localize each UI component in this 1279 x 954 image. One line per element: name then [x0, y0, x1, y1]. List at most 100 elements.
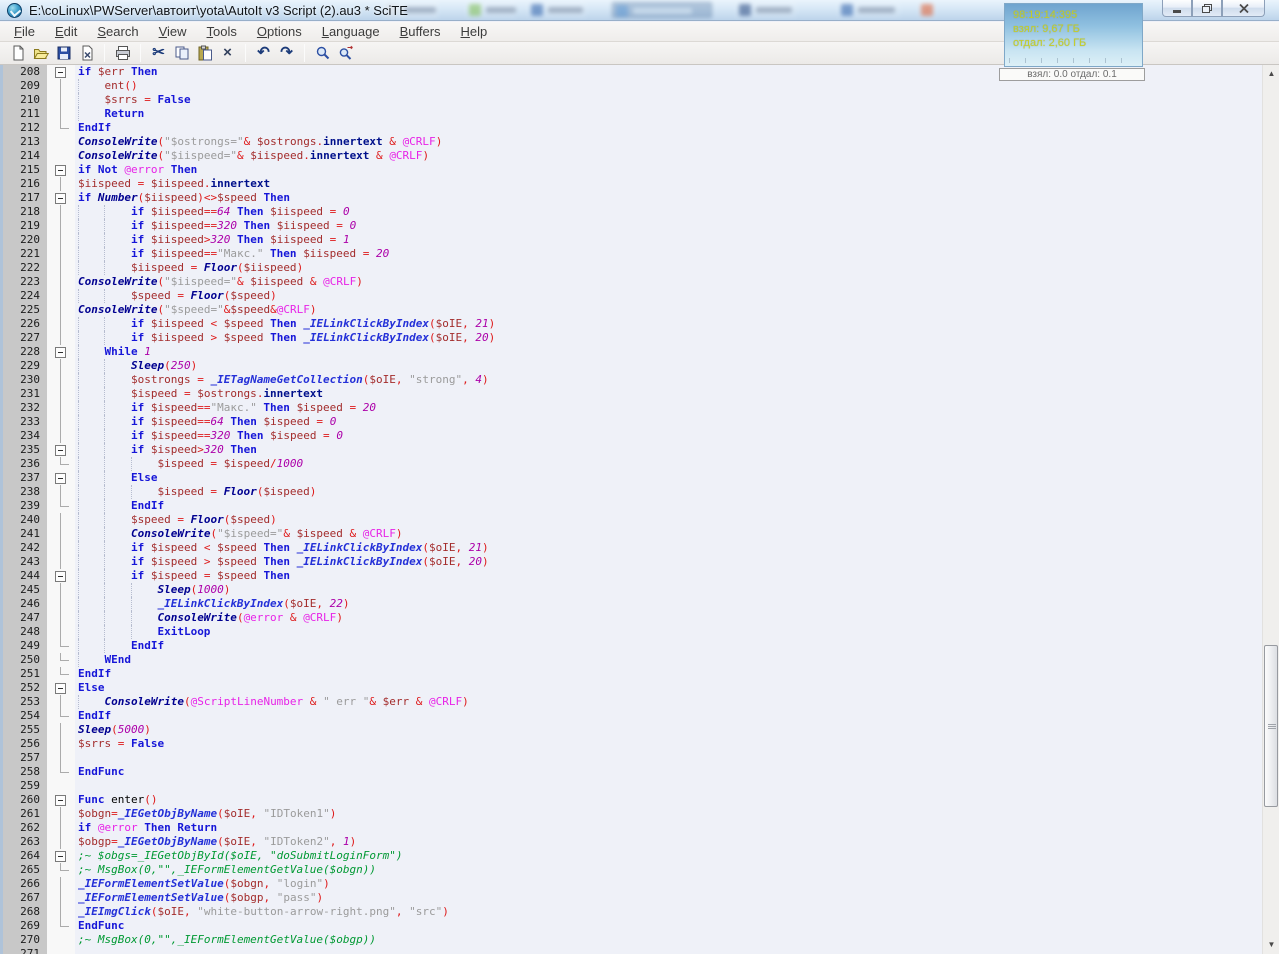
code-editor[interactable]: 208if $err Then209ent()210$srrs = False2…: [0, 65, 1262, 954]
code-line-256: 256$srrs = False: [0, 737, 1262, 751]
code-line-215: 215if Not @error Then: [0, 163, 1262, 177]
code-line-209: 209ent(): [0, 79, 1262, 93]
scrollbar-down-arrow-icon[interactable]: ▼: [1263, 936, 1279, 952]
menu-search[interactable]: Search: [87, 23, 148, 41]
code-line-229: 229Sleep(250): [0, 359, 1262, 373]
save-file-icon: [56, 45, 72, 61]
restore-button[interactable]: [1192, 0, 1222, 17]
scrollbar-up-arrow-icon[interactable]: ▲: [1263, 65, 1279, 81]
open-file-button[interactable]: [29, 43, 52, 64]
delete-button[interactable]: ×: [216, 43, 239, 64]
undo-button[interactable]: ↶: [252, 43, 275, 64]
new-file-icon: [10, 45, 26, 61]
code-line-218: 218if $iispeed==64 Then $iispeed = 0: [0, 205, 1262, 219]
code-line-236: 236$ispeed = $ispeed/1000: [0, 457, 1262, 471]
toolbar-separator: [140, 44, 141, 62]
copy-button[interactable]: [170, 43, 193, 64]
network-graph-axis: [1009, 58, 1137, 63]
code-line-222: 222$iispeed = Floor($iispeed): [0, 261, 1262, 275]
cut-button[interactable]: ✂: [147, 43, 170, 64]
menu-options[interactable]: Options: [247, 23, 312, 41]
code-line-240: 240$speed = Floor($speed): [0, 513, 1262, 527]
redo-button[interactable]: ↷: [275, 43, 298, 64]
scite-app-icon: [7, 3, 22, 18]
window-left-border: [0, 65, 3, 954]
print-button[interactable]: [111, 43, 134, 64]
code-line-248: 248ExitLoop: [0, 625, 1262, 639]
menu-file[interactable]: File: [4, 23, 45, 41]
code-line-212: 212EndIf: [0, 121, 1262, 135]
copy-icon: [174, 45, 190, 61]
code-line-243: 243if $ispeed > $speed Then _IELinkClick…: [0, 555, 1262, 569]
paste-button[interactable]: [193, 43, 216, 64]
code-line-254: 254EndIf: [0, 709, 1262, 723]
network-uploaded: отдал: 2,60 ГБ: [1013, 36, 1142, 50]
window-controls: [1162, 0, 1265, 17]
code-line-253: 253ConsoleWrite(@ScriptLineNumber & " er…: [0, 695, 1262, 709]
code-line-213: 213ConsoleWrite("$ostrongs="& $ostrongs.…: [0, 135, 1262, 149]
close-button[interactable]: [1222, 0, 1265, 17]
save-file-button[interactable]: [52, 43, 75, 64]
minimize-button[interactable]: [1162, 0, 1192, 17]
code-line-268: 268_IEImgClick($oIE, "white-button-arrow…: [0, 905, 1262, 919]
code-line-223: 223ConsoleWrite("$iispeed="& $iispeed & …: [0, 275, 1262, 289]
menu-tools[interactable]: Tools: [197, 23, 247, 41]
code-line-216: 216$iispeed = $iispeed.innertext: [0, 177, 1262, 191]
code-line-260: 260Func enter(): [0, 793, 1262, 807]
toolbar-separator: [104, 44, 105, 62]
code-line-225: 225ConsoleWrite("$speed="&$speed&@CRLF): [0, 303, 1262, 317]
code-line-265: 265;~ MsgBox(0,"",_IEFormElementGetValue…: [0, 863, 1262, 877]
scrollbar-grip-icon: [1268, 724, 1276, 730]
replace-button[interactable]: [334, 43, 357, 64]
code-line-251: 251EndIf: [0, 667, 1262, 681]
code-line-257: 257: [0, 751, 1262, 765]
menu-buffers[interactable]: Buffers: [390, 23, 451, 41]
code-line-211: 211Return: [0, 107, 1262, 121]
code-lines: 208if $err Then209ent()210$srrs = False2…: [0, 65, 1262, 954]
menu-edit[interactable]: Edit: [45, 23, 87, 41]
code-line-235: 235if $ispeed>320 Then: [0, 443, 1262, 457]
network-rate-bar[interactable]: взял: 0.0 отдал: 0.1: [999, 68, 1145, 81]
find-icon: [315, 45, 331, 61]
replace-icon: [338, 45, 354, 61]
undo-icon: ↶: [257, 45, 270, 61]
code-line-259: 259: [0, 779, 1262, 793]
code-line-227: 227if $iispeed > $speed Then _IELinkClic…: [0, 331, 1262, 345]
code-line-262: 262if @error Then Return: [0, 821, 1262, 835]
taskbar-ghost: [612, 2, 712, 18]
taskbar-ghost: [838, 2, 900, 18]
code-line-245: 245Sleep(1000): [0, 583, 1262, 597]
code-line-230: 230$ostrongs = _IETagNameGetCollection($…: [0, 373, 1262, 387]
close-file-button[interactable]: [75, 43, 98, 64]
network-downloaded: взял: 9,67 ГБ: [1013, 22, 1142, 36]
network-monitor-overlay[interactable]: 98:19:14:395 взял: 9,67 ГБ отдал: 2,60 Г…: [1004, 3, 1143, 67]
code-line-249: 249EndIf: [0, 639, 1262, 653]
code-line-214: 214ConsoleWrite("$iispeed="& $iispeed.in…: [0, 149, 1262, 163]
code-line-261: 261$obgn=_IEGetObjByName($oIE, "IDToken1…: [0, 807, 1262, 821]
menu-language[interactable]: Language: [312, 23, 390, 41]
code-line-224: 224$speed = Floor($speed): [0, 289, 1262, 303]
toolbar-separator: [245, 44, 246, 62]
window-title: E:\coLinux\PWServer\автоит\yota\AutoIt v…: [29, 3, 408, 18]
code-line-263: 263$obgp=_IEGetObjByName($oIE, "IDToken2…: [0, 835, 1262, 849]
redo-icon: ↷: [280, 45, 293, 61]
code-line-210: 210$srrs = False: [0, 93, 1262, 107]
scrollbar-thumb[interactable]: [1264, 645, 1278, 807]
code-line-264: 264;~ $obgs=_IEGetObjById($oIE, "doSubmi…: [0, 849, 1262, 863]
network-current-rate: взял: 0.0 отдал: 0.1: [1027, 69, 1117, 80]
code-line-231: 231$ispeed = $ostrongs.innertext: [0, 387, 1262, 401]
code-line-247: 247ConsoleWrite(@error & @CRLF): [0, 611, 1262, 625]
menu-view[interactable]: View: [149, 23, 197, 41]
code-line-266: 266_IEFormElementSetValue($obgn, "login"…: [0, 877, 1262, 891]
code-line-270: 270;~ MsgBox(0,"",_IEFormElementGetValue…: [0, 933, 1262, 947]
code-line-246: 246_IELinkClickByIndex($oIE, 22): [0, 597, 1262, 611]
new-file-button[interactable]: [6, 43, 29, 64]
vertical-scrollbar[interactable]: ▲ ▼: [1262, 65, 1279, 954]
menu-help[interactable]: Help: [451, 23, 498, 41]
code-line-217: 217if Number($iispeed)<>$speed Then: [0, 191, 1262, 205]
code-line-252: 252Else: [0, 681, 1262, 695]
find-button[interactable]: [311, 43, 334, 64]
code-line-219: 219if $iispeed==320 Then $iispeed = 0: [0, 219, 1262, 233]
code-line-242: 242if $ispeed < $speed Then _IELinkClick…: [0, 541, 1262, 555]
toolbar-separator: [304, 44, 305, 62]
